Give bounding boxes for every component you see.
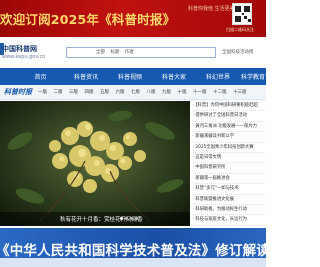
hero-carousel[interactable]: 秋有花开十月香：赏桂花开又闻香 [0,101,190,226]
news-item[interactable]: ·科普“多元”一如与技术 [193,184,266,195]
qr-code-icon [232,3,252,25]
channel-item[interactable]: 三版 [69,89,78,95]
news-item[interactable]: ·科技与家庭文化，长远行为 [193,215,266,226]
nav-item-experts[interactable]: 科普大家 [152,72,196,81]
news-title[interactable]: 黄河三角洲 功能发展——保为力 [195,124,257,129]
news-title[interactable]: 中国科普研究所 [195,165,225,170]
carousel-dots [120,217,138,220]
nav-item-home[interactable]: 首页 [17,72,64,81]
channel-item[interactable]: 一版 [38,89,47,95]
news-list: ·【科普】为何中国科研要积极赶超 ·提供研讨了全国科普日活动 ·黄河三角洲 功能… [190,101,266,226]
nav-item-scifi[interactable]: 科幻世界 [196,72,240,81]
channel-item[interactable]: 十一版 [193,89,207,95]
news-item[interactable]: ·2025全国青少年科技创新大赛 [193,143,266,153]
hero-caption[interactable]: 秋有花开十月香：赏桂花开又闻香 [0,212,190,226]
site-logo-name[interactable]: 中国科普网 [2,44,37,54]
channel-item[interactable]: 十三版 [233,89,247,95]
nav-item-video[interactable]: 科普视频 [108,72,152,81]
subscribe-welcome-text[interactable]: 欢迎订阅2025年《科普时报》 [0,9,175,28]
news-item[interactable]: ·【科普】为何中国科研要积极赶超 [193,101,266,112]
search-input[interactable] [67,48,215,57]
channel-item[interactable]: 六版 [116,89,125,95]
search-scope-options: 全部 标题 作者 [96,49,138,55]
news-title[interactable]: 新疆第一届推进会 [195,176,229,181]
carousel-dot[interactable] [125,217,128,220]
news-title[interactable]: 这是日常文明 [195,155,221,160]
search-option-all[interactable]: 全部 [96,50,105,55]
carousel-dot[interactable] [130,217,133,220]
nav-item-education[interactable]: 科学教育 [240,72,266,81]
channel-item[interactable]: 十版 [178,89,187,95]
top-banner: 欢迎订阅2025年《科普时报》 科普你我他 生活更美好 扫描二维码关注 [0,0,266,37]
search-option-author[interactable]: 作者 [125,50,134,55]
site-logo-url: www.kepu.gov.cn [2,54,46,60]
news-item[interactable]: ·新疆来疆读书新以学 [193,132,266,143]
law-banner-text[interactable]: 《中华人民共和国科学技术普及法》修订解读 [0,239,266,259]
science-week-link[interactable]: 全国科技活动周 [222,49,254,55]
news-title[interactable]: 科普联盟推进文化展 [195,197,234,202]
main-navigation: 首页 科普资讯 科普视频 科普大家 科幻世界 科学教育 [0,68,266,85]
channel-item[interactable]: 八版 [147,89,156,95]
carousel-dot[interactable] [135,217,138,220]
channel-title[interactable]: 科普时报 [4,87,32,97]
news-title[interactable]: 科技与家庭文化，长远行为 [195,217,247,222]
news-title[interactable]: 【科普】为何中国科研要积极赶超 [195,103,257,108]
news-item[interactable]: ·新疆第一届推进会 [193,174,266,185]
channel-item[interactable]: 九版 [162,89,171,95]
news-title[interactable]: 提供研讨了全国科普日活动 [195,113,247,118]
news-item[interactable]: ·中国科普研究所 [193,163,266,174]
search-option-title[interactable]: 标题 [110,50,119,55]
news-title[interactable]: 科普“多元”一如与技术 [195,186,238,191]
law-interpretation-banner[interactable]: 《中华人民共和国科学技术普及法》修订解读 [0,228,266,267]
channel-item[interactable]: 十二版 [213,89,227,95]
newspaper-channel-bar: 科普时报 一版 二版 三版 四版 五版 六版 七版 八版 九版 十版 十一版 十… [0,85,266,100]
channel-item[interactable]: 四版 [85,89,94,95]
channel-item[interactable]: 五版 [100,89,109,95]
channel-item[interactable]: 七版 [131,89,140,95]
carousel-dot[interactable] [120,217,123,220]
hero-image-osmanthus [0,101,190,226]
nav-item-news[interactable]: 科普资讯 [64,72,108,81]
news-item[interactable]: ·科普联盟推进文化展 [193,195,266,205]
header-logo-row: 中国科普网 www.kepu.gov.cn 全部 标题 作者 全国科技活动周 [0,37,266,68]
news-item[interactable]: ·这是日常文明 [193,153,266,164]
news-item[interactable]: ·提供研讨了全国科普日活动 [193,111,266,122]
news-title[interactable]: 2025全国青少年科技创新大赛 [195,145,253,150]
search-box [66,47,216,58]
news-title[interactable]: 科研助推，为推动民生行动 [195,207,247,212]
channel-item[interactable]: 二版 [54,89,63,95]
news-item[interactable]: ·黄河三角洲 功能发展——保为力 [193,122,266,133]
law-banner-strip [0,258,266,267]
news-item[interactable]: ·科研助推，为推动民生行动 [193,205,266,216]
news-title[interactable]: 新疆来疆读书新以学 [195,134,234,139]
qr-caption: 扫描二维码关注 [226,27,254,32]
